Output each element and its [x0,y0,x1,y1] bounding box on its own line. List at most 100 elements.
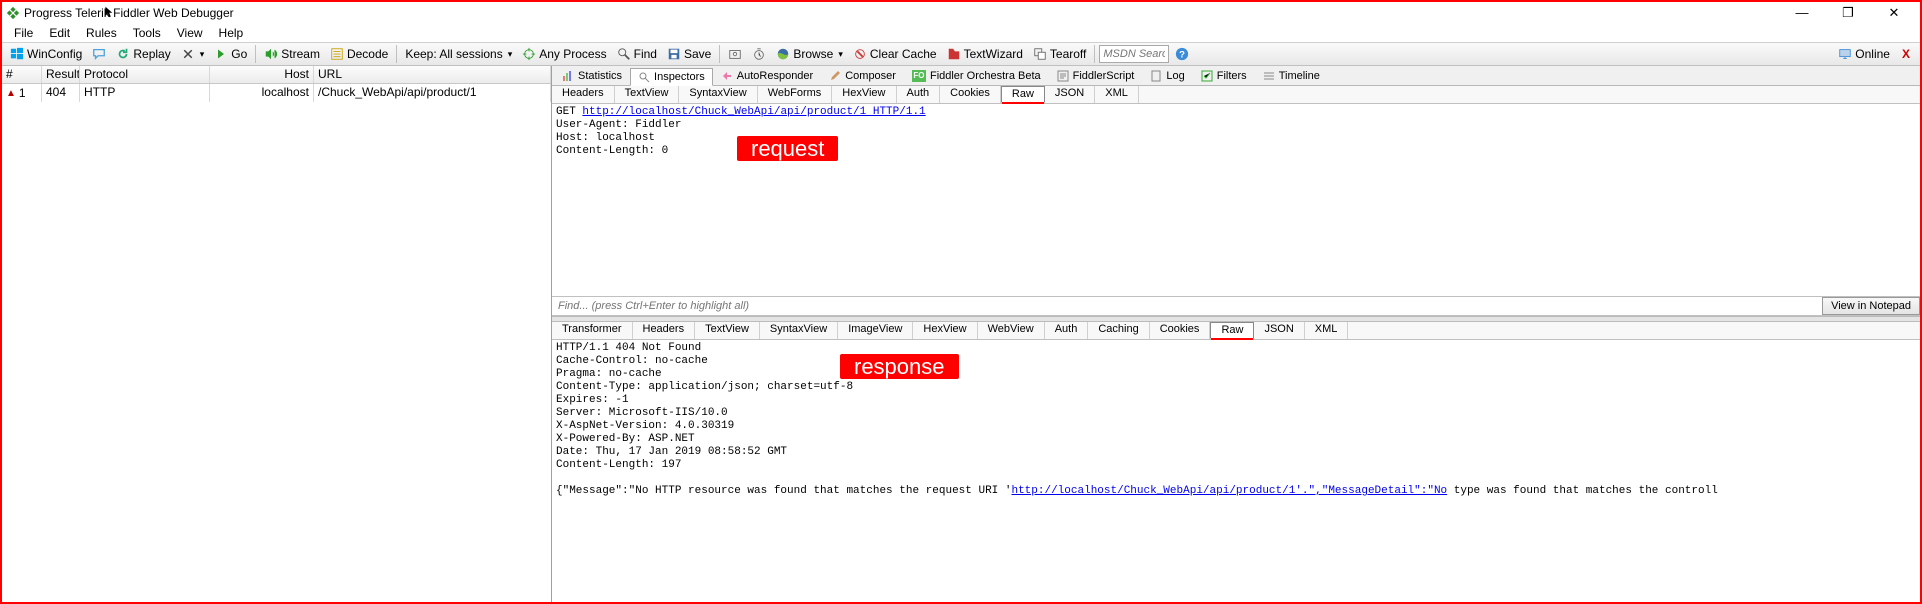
menu-rules[interactable]: Rules [80,26,123,40]
req-tab-json[interactable]: JSON [1045,86,1095,103]
help-button[interactable]: ? [1171,43,1193,65]
tab-autoresponder[interactable]: AutoResponder [713,67,821,85]
tab-inspectors[interactable]: Inspectors [630,68,713,86]
tab-statistics[interactable]: Statistics [554,67,630,85]
clock-icon [752,47,766,61]
remove-icon [181,47,195,61]
browse-icon [776,47,790,61]
tab-fiddlerscript[interactable]: FiddlerScript [1049,67,1143,85]
req-tab-webforms[interactable]: WebForms [758,86,833,103]
log-icon [1150,70,1162,82]
req-tab-cookies[interactable]: Cookies [940,86,1001,103]
resp-tab-cookies[interactable]: Cookies [1150,322,1211,339]
textwizard-button[interactable]: TextWizard [943,43,1027,65]
request-tabs: Headers TextView SyntaxView WebForms Hex… [552,86,1920,104]
req-tab-auth[interactable]: Auth [897,86,941,103]
request-raw-view[interactable]: GET http://localhost/Chuck_WebApi/api/pr… [552,104,1920,296]
find-icon [617,47,631,61]
go-button[interactable]: Go [210,43,251,65]
resp-tab-headers[interactable]: Headers [633,322,696,339]
minimize-button[interactable]: — [1788,5,1816,21]
req-tab-textview[interactable]: TextView [615,86,680,103]
resp-tab-webview[interactable]: WebView [978,322,1045,339]
tearoff-icon [1033,47,1047,61]
tab-filters[interactable]: Filters [1193,67,1255,85]
annotation-response: response [840,354,959,379]
composer-icon [829,70,841,82]
stream-button[interactable]: Stream [260,43,324,65]
menu-file[interactable]: File [8,26,39,40]
decode-button[interactable]: Decode [326,43,392,65]
stream-icon [264,47,278,61]
resp-tab-imageview[interactable]: ImageView [838,322,913,339]
col-result-header[interactable]: Result [42,66,80,83]
resp-tab-textview[interactable]: TextView [695,322,760,339]
screenshot-button[interactable] [724,43,746,65]
tab-log[interactable]: Log [1142,67,1192,85]
windows-icon [10,47,24,61]
tab-timeline[interactable]: Timeline [1255,67,1328,85]
decode-icon [330,47,344,61]
req-tab-headers[interactable]: Headers [552,86,615,103]
tearoff-button[interactable]: Tearoff [1029,43,1090,65]
req-tab-hexview[interactable]: HexView [832,86,896,103]
warning-icon: ▲ [6,88,16,99]
session-row[interactable]: ▲1 404 HTTP localhost /Chuck_WebApi/api/… [2,84,551,102]
tab-orchestra[interactable]: FOFiddler Orchestra Beta [904,67,1049,85]
menu-help[interactable]: Help [213,26,250,40]
online-indicator[interactable]: Online [1834,43,1894,65]
col-protocol-header[interactable]: Protocol [80,66,210,83]
view-in-notepad-button[interactable]: View in Notepad [1822,297,1920,315]
menu-edit[interactable]: Edit [43,26,76,40]
textwizard-icon [947,47,961,61]
col-url-header[interactable]: URL [314,66,551,83]
comment-button[interactable] [88,43,110,65]
menu-tools[interactable]: Tools [127,26,167,40]
timeline-icon [1263,70,1275,82]
resp-tab-transformer[interactable]: Transformer [552,322,633,339]
chevron-down-icon: ▾ [508,49,513,60]
resp-tab-raw[interactable]: Raw [1210,322,1254,339]
close-button[interactable]: ✕ [1880,5,1908,21]
msdn-search-input[interactable] [1099,45,1169,63]
camera-icon [728,47,742,61]
resp-tab-xml[interactable]: XML [1305,322,1349,339]
timer-button[interactable] [748,43,770,65]
req-tab-syntaxview[interactable]: SyntaxView [679,86,757,103]
find-button[interactable]: Find [613,43,661,65]
toolbar: WinConfig Replay ▾ Go Stream Decode Keep… [2,42,1920,66]
tab-composer[interactable]: Composer [821,67,904,85]
col-num-header[interactable]: # [2,66,42,83]
col-host-header[interactable]: Host [210,66,314,83]
response-url-link[interactable]: http://localhost/Chuck_WebApi/api/produc… [1011,485,1447,497]
clear-cache-button[interactable]: Clear Cache [849,43,941,65]
replay-button[interactable]: Replay [112,43,174,65]
autoresponder-icon [721,70,733,82]
svg-text:?: ? [1179,50,1185,61]
monitor-icon [1838,47,1852,61]
toolbar-close-button[interactable]: X [1896,47,1916,61]
app-icon [6,6,20,20]
annotation-request: request [737,136,838,161]
browse-button[interactable]: Browse ▾ [772,43,847,65]
find-input[interactable] [552,297,1822,315]
maximize-button[interactable]: ❐ [1834,5,1862,21]
resp-tab-hexview[interactable]: HexView [913,322,977,339]
keep-sessions-dropdown[interactable]: Keep: All sessions ▾ [401,43,516,65]
any-process-button[interactable]: Any Process [518,43,610,65]
resp-tab-syntaxview[interactable]: SyntaxView [760,322,838,339]
resp-tab-caching[interactable]: Caching [1088,322,1149,339]
request-url-link[interactable]: http://localhost/Chuck_WebApi/api/produc… [582,106,925,118]
resp-tab-auth[interactable]: Auth [1045,322,1089,339]
winconfig-button[interactable]: WinConfig [6,43,86,65]
cursor-icon [104,6,116,18]
remove-button[interactable]: ▾ [177,43,209,65]
sessions-panel: # Result Protocol Host URL ▲1 404 HTTP l… [2,66,552,602]
filters-icon [1201,70,1213,82]
response-raw-view[interactable]: HTTP/1.1 404 Not Found Cache-Control: no… [552,340,1920,602]
req-tab-xml[interactable]: XML [1095,86,1139,103]
resp-tab-json[interactable]: JSON [1254,322,1304,339]
req-tab-raw[interactable]: Raw [1001,86,1045,103]
save-button[interactable]: Save [663,43,715,65]
menu-view[interactable]: View [171,26,209,40]
